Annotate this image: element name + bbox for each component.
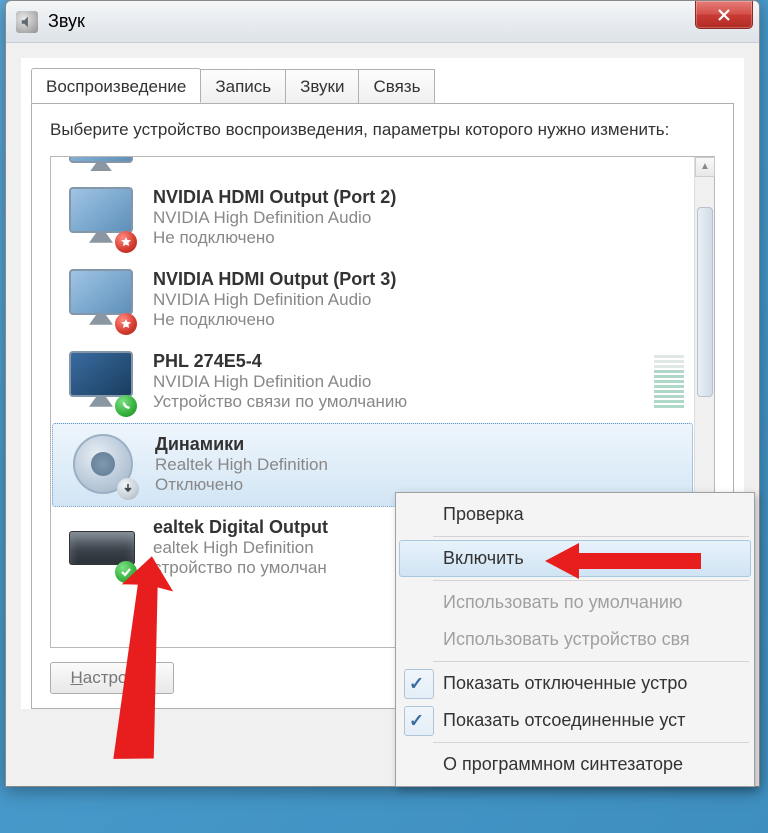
display-icon: [67, 183, 139, 253]
tab-recording[interactable]: Запись: [200, 69, 286, 104]
menu-about[interactable]: О программном синтезаторе: [399, 746, 751, 783]
device-name: PHL 274E5-4: [153, 351, 640, 372]
device-row[interactable]: NVIDIA HDMI Output (Port 2) NVIDIA High …: [51, 177, 694, 259]
device-name: NVIDIA HDMI Output (Port 2): [153, 187, 684, 208]
disconnected-badge-icon: [115, 313, 137, 335]
titlebar[interactable]: Звук: [6, 1, 759, 43]
device-row[interactable]: PHL 274E5-4 NVIDIA High Definition Audio…: [51, 341, 694, 423]
device-status: Не подключено: [153, 228, 684, 248]
menu-label: Показать отсоединенные уст: [443, 710, 685, 730]
menu-separator: [433, 661, 749, 662]
disabled-badge-icon: [117, 478, 139, 500]
speaker-icon: [16, 11, 38, 33]
menu-enable[interactable]: Включить: [399, 540, 751, 577]
menu-set-comm[interactable]: Использовать устройство свя: [399, 621, 751, 658]
tab-playback[interactable]: Воспроизведение: [31, 68, 201, 103]
default-badge-icon: [115, 561, 137, 583]
device-name: NVIDIA HDMI Output (Port 3): [153, 269, 684, 290]
device-status: Не подключено: [153, 310, 684, 330]
digital-output-icon: [67, 513, 139, 583]
level-meter: [654, 355, 684, 408]
device-row[interactable]: NVIDIA HDMI Output (Port 3) NVIDIA High …: [51, 259, 694, 341]
device-desc: NVIDIA High Definition Audio: [153, 290, 684, 310]
menu-separator: [433, 580, 749, 581]
context-menu: Проверка Включить Использовать по умолча…: [395, 492, 755, 787]
device-text: NVIDIA HDMI Output (Port 2) NVIDIA High …: [153, 187, 684, 248]
menu-label: Показать отключенные устро: [443, 673, 687, 693]
instruction-text: Выберите устройство воспроизведения, пар…: [50, 118, 715, 142]
configure-button[interactable]: Настроить: [50, 662, 174, 694]
menu-set-default[interactable]: Использовать по умолчанию: [399, 584, 751, 621]
device-text: PHL 274E5-4 NVIDIA High Definition Audio…: [153, 351, 640, 412]
menu-show-disconnected[interactable]: ✓ Показать отсоединенные уст: [399, 702, 751, 739]
device-desc: NVIDIA High Definition Audio: [153, 208, 684, 228]
menu-separator: [433, 742, 749, 743]
device-desc: Realtek High Definition: [155, 455, 682, 475]
device-status: Устройство связи по умолчанию: [153, 392, 640, 412]
scroll-thumb[interactable]: [697, 207, 713, 397]
device-row[interactable]: [51, 157, 694, 177]
device-name: Динамики: [155, 434, 682, 455]
default-comm-badge-icon: [115, 395, 137, 417]
menu-test[interactable]: Проверка: [399, 496, 751, 533]
check-icon: ✓: [409, 710, 424, 731]
tab-communications[interactable]: Связь: [358, 69, 435, 104]
display-icon: [67, 347, 139, 417]
scroll-up-icon[interactable]: ▲: [695, 157, 715, 177]
window-title: Звук: [48, 11, 85, 32]
menu-separator: [433, 536, 749, 537]
speaker-icon: [69, 430, 141, 500]
tabs: Воспроизведение Запись Звуки Связь: [21, 58, 744, 103]
check-icon: ✓: [409, 673, 424, 694]
disconnected-badge-icon: [115, 231, 137, 253]
device-text: Динамики Realtek High Definition Отключе…: [155, 434, 682, 495]
tab-sounds[interactable]: Звуки: [285, 69, 359, 104]
close-button[interactable]: [695, 1, 753, 29]
display-icon: [67, 265, 139, 335]
device-desc: NVIDIA High Definition Audio: [153, 372, 640, 392]
device-text: NVIDIA HDMI Output (Port 3) NVIDIA High …: [153, 269, 684, 330]
display-icon: [67, 157, 139, 171]
menu-show-disabled[interactable]: ✓ Показать отключенные устро: [399, 665, 751, 702]
